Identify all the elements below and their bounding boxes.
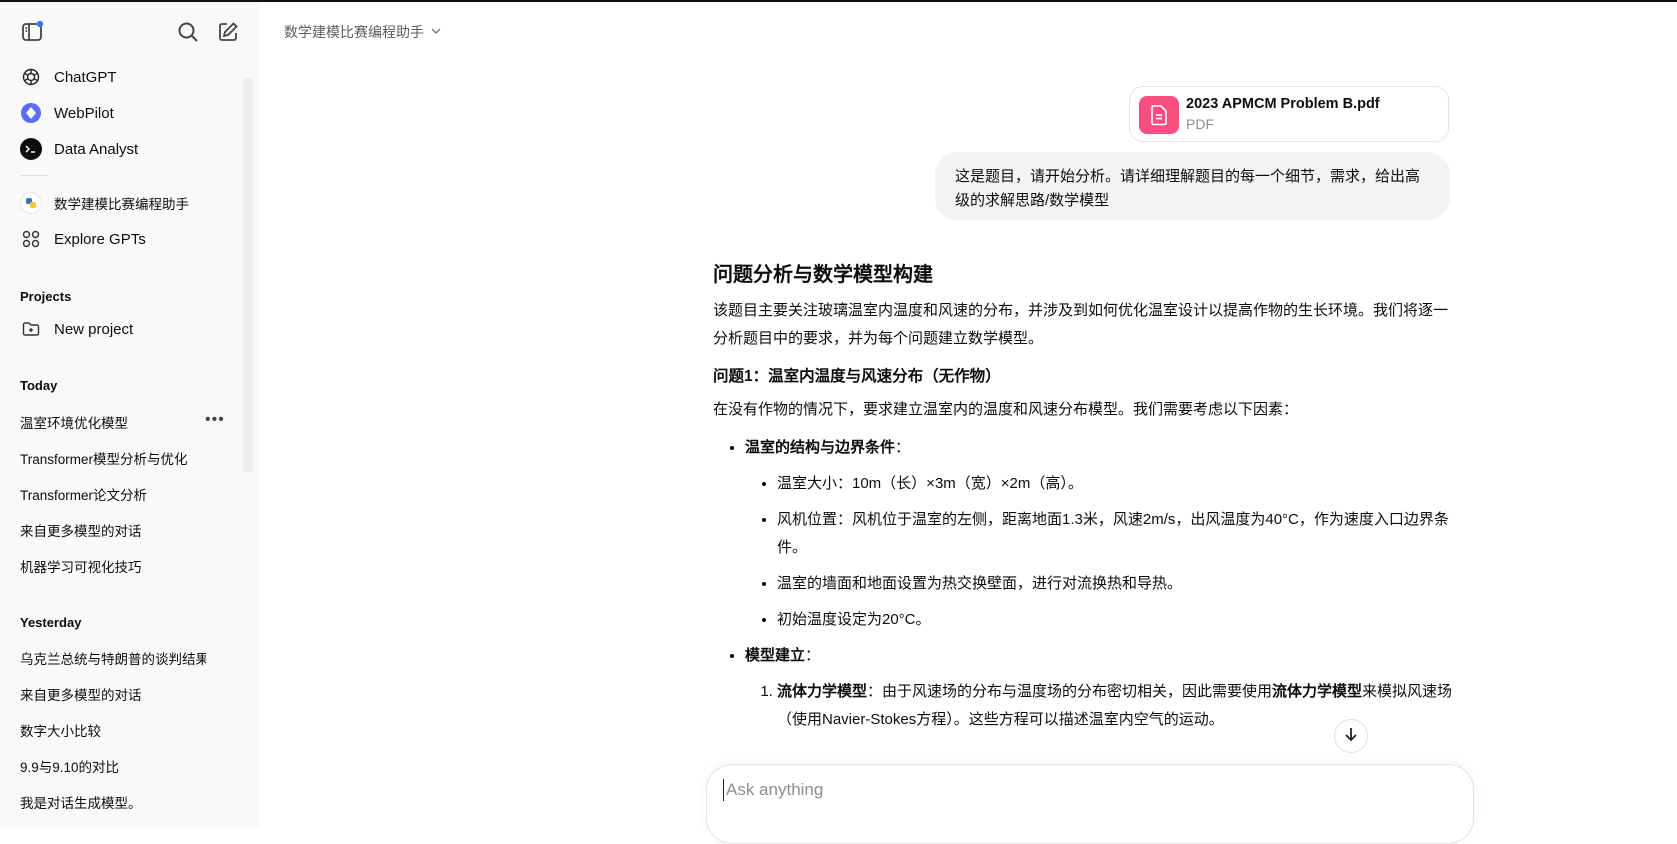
chat-options-icon[interactable]: ••• bbox=[205, 411, 225, 429]
sidebar-item-label: 数学建模比赛编程助手 bbox=[54, 197, 189, 212]
sidebar-item-current-gpt[interactable]: 数学建模比赛编程助手 bbox=[20, 192, 219, 214]
chat-history-item[interactable]: 乌克兰总统与特朗普的谈判结果 bbox=[20, 648, 206, 668]
sidebar-item-label: Explore GPTs bbox=[54, 230, 146, 248]
python-logo-icon bbox=[20, 192, 42, 214]
bullet-title: 温室的结构与边界条件 bbox=[745, 439, 896, 456]
sidebar-header bbox=[0, 2, 259, 60]
user-message: 这是题目，请开始分析。请详细理解题目的每一个细节，需求，给出高级的求解思路/数学… bbox=[935, 152, 1450, 220]
document-icon bbox=[1139, 96, 1179, 134]
model-selector[interactable]: 数学建模比赛编程助手 bbox=[284, 22, 442, 42]
bullet-colon: ： bbox=[895, 439, 911, 456]
chat-history-item[interactable]: 来自更多模型的对话 bbox=[20, 520, 220, 540]
answer-intro: 该题目主要关注玻璃温室内温度和风速的分布，并涉及到如何优化温室设计以提高作物的生… bbox=[713, 302, 1449, 347]
section-heading: 问题1：温室内温度与风速分布（无作物） bbox=[713, 368, 1001, 385]
scroll-down-button[interactable] bbox=[1334, 719, 1368, 753]
file-attachment[interactable]: 2023 APMCM Problem B.pdf PDF bbox=[1129, 86, 1449, 142]
openai-logo-icon bbox=[20, 66, 42, 88]
sidebar-divider bbox=[20, 175, 48, 176]
list-item: 初始温度设定为20°C。 bbox=[777, 606, 1453, 634]
list-item: 温室的结构与边界条件： 温室大小：10m（长）×3m（宽）×2m（高）。 风机位… bbox=[745, 434, 1453, 634]
assistant-message: 问题分析与数学模型构建 该题目主要关注玻璃温室内温度和风速的分布，并涉及到如何优… bbox=[713, 260, 1453, 742]
prompt-input[interactable] bbox=[723, 779, 1428, 801]
grid-icon bbox=[20, 228, 42, 250]
sidebar-item-label: New project bbox=[54, 320, 134, 338]
item-text: ：由于风速场的分布与温度场的分布密切相关，因此需要使用 bbox=[867, 683, 1273, 700]
yesterday-heading: Yesterday bbox=[20, 615, 82, 630]
bold-term: 流体力学模型 bbox=[1272, 683, 1363, 700]
chat-history-item[interactable]: Transformer模型分析与优化 bbox=[20, 448, 220, 468]
chat-history-item[interactable]: 数字大小比较 bbox=[20, 720, 220, 740]
list-item: 风机位置：风机位于温室的左侧，距离地面1.3米，风速2m/s，出风温度为40°C… bbox=[777, 506, 1453, 562]
sub-bullet-list: 温室大小：10m（长）×3m（宽）×2m（高）。 风机位置：风机位于温室的左侧，… bbox=[745, 470, 1453, 634]
search-icon[interactable] bbox=[174, 18, 202, 46]
section-text: 在没有作物的情况下，要求建立温室内的温度和风速分布模型。我们需要考虑以下因素： bbox=[713, 401, 1299, 418]
sidebar-item-explore[interactable]: Explore GPTs bbox=[20, 228, 219, 250]
main-content: 数学建模比赛编程助手 2023 APMCM Problem B.pdf PDF … bbox=[259, 2, 1677, 844]
sidebar-item-label: WebPilot bbox=[54, 104, 114, 122]
webpilot-logo-icon bbox=[20, 102, 42, 124]
sidebar-item-data-analyst[interactable]: Data Analyst bbox=[20, 138, 219, 160]
arrow-down-icon bbox=[1343, 726, 1359, 747]
sidebar: ChatGPT WebPilot Data Analyst 数学建模比赛编程助手… bbox=[0, 2, 259, 829]
model-name: 数学建模比赛编程助手 bbox=[284, 24, 424, 40]
chat-history-item[interactable]: 9.9与9.10的对比 bbox=[20, 756, 220, 776]
bullet-title: 模型建立 bbox=[745, 647, 806, 664]
today-heading: Today bbox=[20, 378, 58, 393]
attachment-filename: 2023 APMCM Problem B.pdf bbox=[1186, 96, 1380, 112]
new-chat-icon[interactable] bbox=[214, 18, 242, 46]
sidebar-scrollbar[interactable] bbox=[243, 78, 253, 472]
chat-history-item[interactable]: 机器学习可视化技巧 bbox=[20, 556, 220, 576]
bullet-colon: ： bbox=[805, 647, 821, 664]
answer-title: 问题分析与数学模型构建 bbox=[713, 264, 933, 286]
chat-history-item[interactable]: 来自更多模型的对话 bbox=[20, 684, 220, 704]
attachment-type: PDF bbox=[1186, 116, 1214, 132]
sidebar-item-webpilot[interactable]: WebPilot bbox=[20, 102, 219, 124]
toggle-sidebar-icon[interactable] bbox=[18, 18, 46, 46]
message-composer[interactable] bbox=[706, 764, 1474, 844]
chevron-down-icon bbox=[430, 24, 442, 40]
chat-history-item[interactable]: Transformer论文分析 bbox=[20, 484, 220, 504]
chat-history-item[interactable]: 温室环境优化模型 bbox=[20, 412, 220, 432]
sidebar-item-label: ChatGPT bbox=[54, 68, 117, 86]
chat-history-item[interactable]: 我是对话生成模型。 bbox=[20, 792, 220, 812]
bold-term: 流体力学模型 bbox=[777, 683, 868, 700]
sidebar-item-chatgpt[interactable]: ChatGPT bbox=[20, 66, 219, 88]
bullet-list: 温室的结构与边界条件： 温室大小：10m（长）×3m（宽）×2m（高）。 风机位… bbox=[713, 434, 1453, 734]
list-item: 温室的墙面和地面设置为热交换壁面，进行对流换热和导热。 bbox=[777, 570, 1453, 598]
folder-plus-icon bbox=[20, 318, 42, 340]
sidebar-item-new-project[interactable]: New project bbox=[20, 318, 219, 340]
projects-heading: Projects bbox=[20, 289, 72, 304]
list-item: 温室大小：10m（长）×3m（宽）×2m（高）。 bbox=[777, 470, 1453, 498]
sidebar-item-label: Data Analyst bbox=[54, 140, 139, 158]
terminal-logo-icon bbox=[20, 138, 42, 160]
